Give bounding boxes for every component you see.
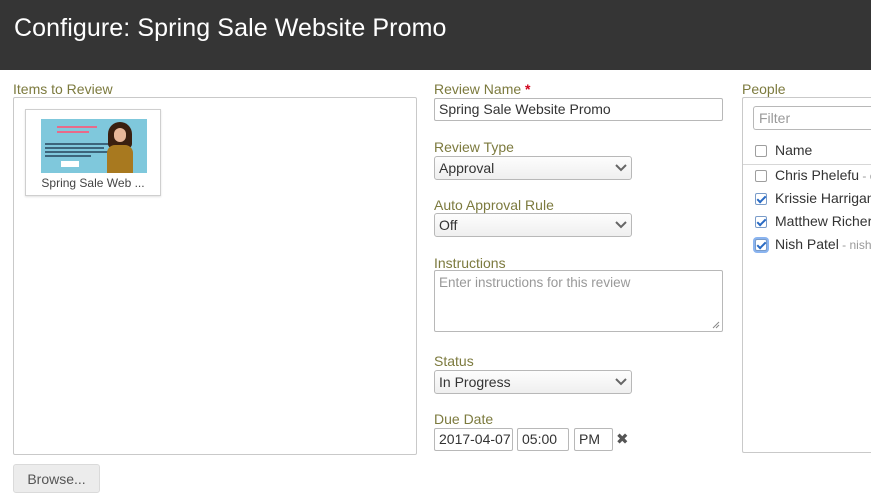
review-type-select[interactable]: Approval	[434, 156, 632, 180]
person-checkbox[interactable]	[755, 239, 767, 251]
chevron-down-icon	[615, 164, 627, 172]
due-date-input[interactable]: 2017-04-07	[434, 428, 513, 451]
due-date-label: Due Date	[434, 411, 494, 427]
instructions-textarea[interactable]: Enter instructions for this review	[434, 270, 723, 332]
person-username: - nish	[838, 238, 871, 252]
status-select[interactable]: In Progress	[434, 370, 632, 394]
close-icon[interactable]: ✖	[616, 430, 629, 448]
page-header: Configure: Spring Sale Website Promo	[0, 0, 871, 70]
people-header-divider	[743, 164, 871, 165]
instructions-placeholder: Enter instructions for this review	[439, 275, 631, 290]
required-mark: *	[525, 81, 531, 97]
status-label: Status	[434, 353, 474, 369]
items-to-review-label: Items to Review	[13, 81, 113, 97]
person-name: Matthew Richer	[775, 213, 871, 229]
people-filter-input[interactable]: Filter	[753, 106, 871, 130]
items-to-review-panel: Spring Sale Web ...	[13, 97, 417, 455]
auto-approval-select[interactable]: Off	[434, 213, 632, 237]
review-type-label: Review Type	[434, 139, 514, 155]
due-time-input[interactable]: 05:00	[517, 428, 569, 451]
person-checkbox[interactable]	[755, 193, 767, 205]
resize-grip-icon[interactable]	[712, 321, 720, 329]
promo-preview-image	[41, 119, 147, 173]
review-item-caption: Spring Sale Web ...	[41, 176, 145, 190]
person-name: Nish Patel	[775, 236, 839, 252]
status-value: In Progress	[439, 374, 511, 390]
review-name-label-text: Review Name	[434, 81, 522, 97]
person-name: Chris Phelefu	[775, 167, 860, 183]
people-panel: Filter Name Chris Phelefu - c Krissie Ha…	[742, 97, 871, 453]
auto-approval-label: Auto Approval Rule	[434, 197, 554, 213]
review-name-input[interactable]: Spring Sale Website Promo	[434, 98, 723, 121]
person-name-wrap: Matthew Richer	[775, 213, 871, 229]
person-name-wrap: Chris Phelefu - c	[775, 167, 871, 183]
person-checkbox[interactable]	[755, 216, 767, 228]
person-name: Krissie Harrigan	[775, 190, 871, 206]
page-title: Configure: Spring Sale Website Promo	[14, 14, 447, 42]
browse-button[interactable]: Browse...	[13, 464, 100, 493]
auto-approval-value: Off	[439, 217, 458, 233]
review-item-thumbnail[interactable]: Spring Sale Web ...	[25, 109, 161, 196]
due-ampm-input[interactable]: PM	[574, 428, 613, 451]
chevron-down-icon	[615, 221, 627, 229]
person-name-wrap: Nish Patel - nish	[775, 236, 871, 252]
name-column-header: Name	[775, 142, 813, 158]
instructions-label: Instructions	[434, 255, 506, 271]
person-name-wrap: Krissie Harrigan	[775, 190, 871, 206]
chevron-down-icon	[615, 378, 627, 386]
select-all-checkbox[interactable]	[755, 145, 767, 157]
person-checkbox[interactable]	[755, 170, 767, 182]
review-name-label: Review Name *	[434, 81, 530, 97]
review-type-value: Approval	[439, 160, 495, 176]
person-username: - c	[862, 169, 871, 183]
people-label: People	[742, 81, 786, 97]
